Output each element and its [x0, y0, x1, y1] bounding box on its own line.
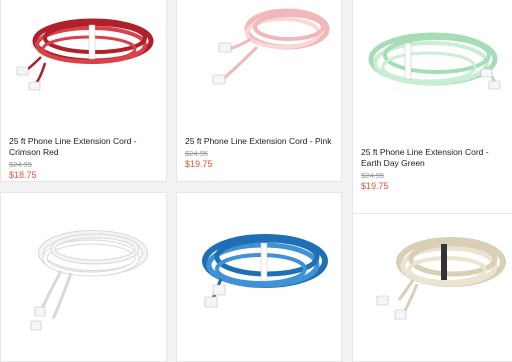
phone-cord-image — [376, 237, 506, 320]
product-image[interactable] — [353, 214, 512, 355]
sale-price: $18.75 — [9, 170, 37, 180]
product-info: 25 ft Phone Line Extension Cord - Pink $… — [185, 136, 333, 170]
phone-cord-image — [16, 18, 154, 91]
phone-cord-image — [30, 230, 148, 331]
original-price: $24.95 — [9, 160, 32, 169]
sale-price: $19.75 — [361, 181, 389, 191]
product-card[interactable] — [352, 213, 512, 362]
product-card[interactable]: 25 ft Phone Line Extension Cord - Crimso… — [0, 0, 167, 182]
phone-cord-image — [202, 234, 328, 308]
product-title[interactable]: 25 ft Phone Line Extension Cord - Crimso… — [9, 136, 158, 158]
product-card[interactable]: 25 ft Phone Line Extension Cord - Earth … — [352, 0, 512, 214]
product-card[interactable]: 25 ft Phone Line Extension Cord - Pink $… — [176, 0, 342, 182]
product-info: 25 ft Phone Line Extension Cord - Crimso… — [9, 136, 158, 181]
product-image[interactable] — [177, 0, 341, 107]
product-image[interactable] — [1, 0, 166, 107]
product-image[interactable] — [177, 193, 341, 355]
product-info: 25 ft Phone Line Extension Cord - Earth … — [361, 147, 507, 192]
product-image[interactable] — [353, 0, 512, 132]
product-card[interactable] — [176, 192, 342, 362]
phone-cord-image — [212, 8, 330, 85]
phone-cord-image — [368, 32, 501, 90]
product-card[interactable] — [0, 192, 167, 362]
product-title[interactable]: 25 ft Phone Line Extension Cord - Earth … — [361, 147, 507, 169]
product-title[interactable]: 25 ft Phone Line Extension Cord - Pink — [185, 136, 333, 147]
sale-price: $19.75 — [185, 159, 213, 169]
product-image[interactable] — [1, 193, 166, 355]
original-price: $24.95 — [185, 149, 208, 158]
original-price: $24.95 — [361, 171, 384, 180]
